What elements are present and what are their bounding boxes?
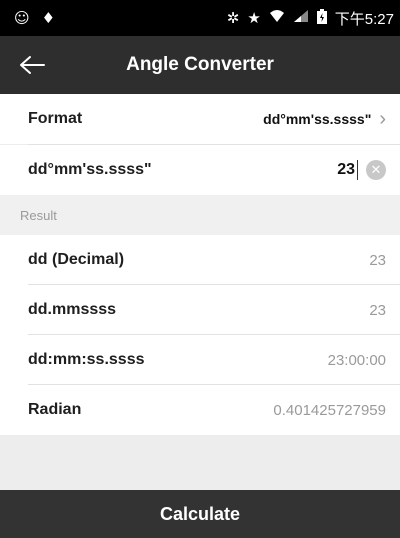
- text-cursor: [357, 160, 358, 180]
- battery-icon: [316, 8, 327, 28]
- status-right-icons: ✲ ★ 下午5:27: [227, 8, 394, 29]
- empty-area: [0, 435, 400, 490]
- result-label: dd.mmssss: [28, 301, 117, 318]
- back-button[interactable]: [14, 48, 50, 82]
- result-label: Radian: [28, 401, 82, 418]
- result-label: dd (Decimal): [28, 251, 125, 268]
- format-value: dd°mm'ss.ssss": [263, 111, 372, 127]
- app-bar: Angle Converter: [0, 36, 400, 94]
- result-section-header: Result: [0, 195, 400, 235]
- result-value: 23: [369, 251, 386, 269]
- result-row-radian: Radian 0.401425727959: [0, 385, 400, 435]
- cat-face-icon: ☺: [14, 9, 30, 27]
- arrow-left-icon: [20, 56, 45, 74]
- chevron-right-icon: ›: [379, 107, 386, 130]
- bluetooth-icon: ✲: [226, 9, 240, 27]
- clear-input-button[interactable]: ✕: [366, 160, 386, 180]
- result-value: 23:00:00: [327, 351, 386, 369]
- android-bug-icon: ♦: [41, 9, 56, 27]
- format-selector[interactable]: Format dd°mm'ss.ssss" ›: [0, 94, 400, 144]
- result-row-decimal: dd (Decimal) 23: [0, 235, 400, 285]
- status-time: 下午5:27: [334, 10, 394, 28]
- page-title: Angle Converter: [126, 54, 274, 75]
- close-icon: ✕: [370, 162, 382, 177]
- wifi-icon: [269, 9, 285, 27]
- result-row-dd-mm-ss: dd:mm:ss.ssss 23:00:00: [0, 335, 400, 385]
- format-label: Format: [28, 110, 83, 127]
- result-value: 0.401425727959: [273, 401, 386, 419]
- angle-input-row: dd°mm'ss.ssss" 23 ✕: [0, 145, 400, 195]
- signal-icon: [293, 9, 309, 27]
- status-bar: ☺ ♦ ✲ ★ 下午5:27: [0, 0, 400, 36]
- result-label: dd:mm:ss.ssss: [28, 351, 145, 368]
- input-label: dd°mm'ss.ssss": [28, 161, 152, 178]
- result-row-dd-mmssss: dd.mmssss 23: [0, 285, 400, 335]
- star-icon: ★: [247, 9, 261, 27]
- result-value: 23: [369, 301, 386, 319]
- calculate-button[interactable]: Calculate: [0, 490, 400, 538]
- status-left-icons: ☺ ♦: [14, 9, 55, 27]
- angle-input[interactable]: 23: [337, 161, 355, 179]
